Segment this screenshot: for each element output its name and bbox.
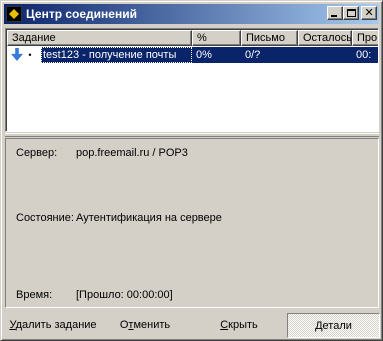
delete-task-button[interactable]: Удалить задание xyxy=(4,313,102,338)
close-icon: ✕ xyxy=(364,6,374,19)
cell-elapsed: 00: xyxy=(356,49,372,61)
details-button[interactable]: Детали xyxy=(287,313,380,338)
cell-letter: 0/? xyxy=(245,49,261,61)
maximize-icon xyxy=(346,9,356,17)
cell-remaining xyxy=(298,47,352,63)
maximize-button[interactable] xyxy=(343,6,359,20)
server-value: pop.freemail.ru / POP3 xyxy=(76,147,188,159)
minimize-icon xyxy=(331,9,339,17)
state-value: Аутентификация на сервере xyxy=(76,212,222,224)
table-row[interactable]: • test123 - получение почты 0% 0/? 00: xyxy=(7,47,378,63)
list-header: Задание % Письмо Осталось Про xyxy=(7,30,378,46)
pane-splitter[interactable] xyxy=(5,133,379,137)
details-accel: Д xyxy=(315,320,323,332)
title-bar-buttons: ✕ xyxy=(327,6,377,20)
connection-center-window: Центр соединений ✕ Задание % Письмо Оста… xyxy=(0,0,383,341)
minimize-button[interactable] xyxy=(327,6,343,20)
column-header-task[interactable]: Задание xyxy=(7,30,192,46)
column-header-percent[interactable]: % xyxy=(192,30,241,46)
time-value: [Прошло: 00:00:00] xyxy=(76,289,173,301)
cell-percent: 0% xyxy=(196,49,212,61)
state-label: Состояние: xyxy=(16,212,74,224)
close-button[interactable]: ✕ xyxy=(361,6,377,20)
column-header-remaining[interactable]: Осталось xyxy=(298,30,352,46)
window-title: Центр соединений xyxy=(26,7,137,21)
cancel-label: менить xyxy=(133,319,171,331)
details-pane: Сервер: pop.freemail.ru / POP3 Состояние… xyxy=(5,138,379,308)
cancel-button[interactable]: Отменить xyxy=(102,313,188,338)
details-label: етали xyxy=(322,320,352,332)
task-list[interactable]: Задание % Письмо Осталось Про • test123 … xyxy=(5,28,379,132)
column-header-elapsed[interactable]: Про xyxy=(352,30,378,46)
hide-label: крыть xyxy=(228,319,258,331)
time-label: Время: xyxy=(16,289,53,301)
row-cells: test123 - получение почты 0% 0/? 00: xyxy=(41,47,378,63)
hide-button[interactable]: Скрыть xyxy=(194,313,284,338)
column-header-letter[interactable]: Письмо xyxy=(241,30,298,46)
hide-accel: С xyxy=(220,319,229,331)
title-bar[interactable]: Центр соединений ✕ xyxy=(4,4,379,24)
button-bar: Удалить задание Отменить Скрыть Детали xyxy=(4,312,380,339)
download-arrow-icon xyxy=(9,47,25,63)
app-icon[interactable] xyxy=(6,6,22,22)
row-bullet-icon: • xyxy=(28,50,32,60)
delete-task-label: далить задание xyxy=(15,319,97,331)
cell-task: test123 - получение почты xyxy=(41,47,192,63)
server-label: Сервер: xyxy=(16,147,58,159)
